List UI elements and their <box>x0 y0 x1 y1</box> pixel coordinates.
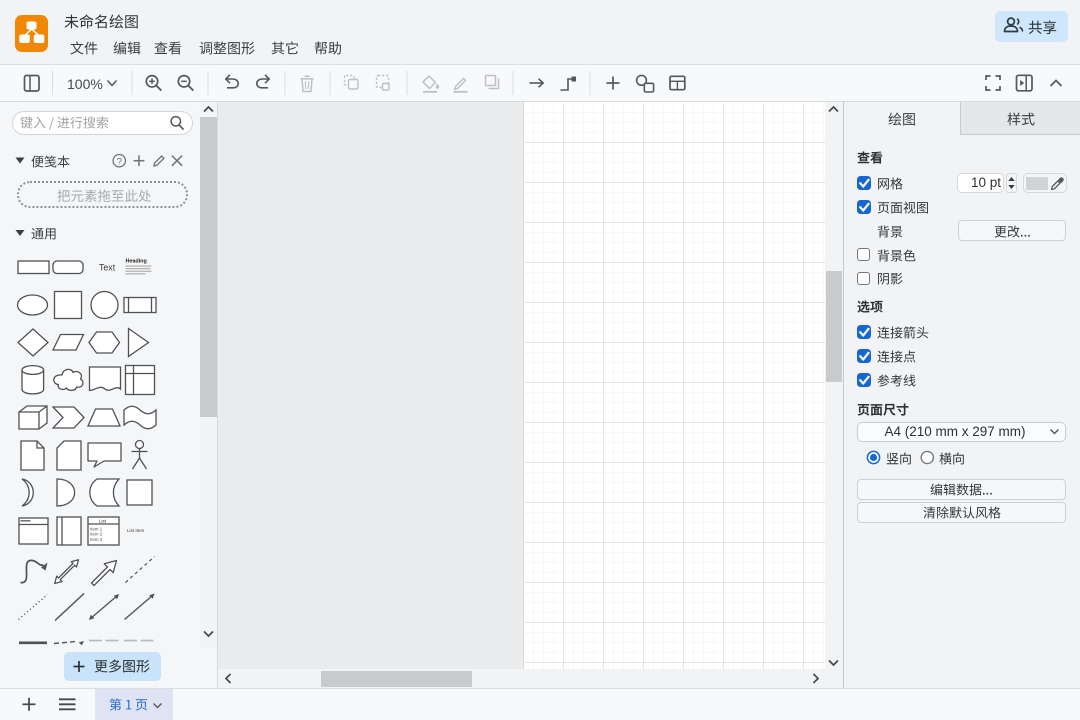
svg-text:Text: Text <box>99 262 116 272</box>
svg-text:Heading: Heading <box>126 259 147 265</box>
svg-text:Item 3: Item 3 <box>90 537 103 542</box>
svg-text:List Item: List Item <box>127 528 145 533</box>
svg-text:List: List <box>99 519 107 524</box>
